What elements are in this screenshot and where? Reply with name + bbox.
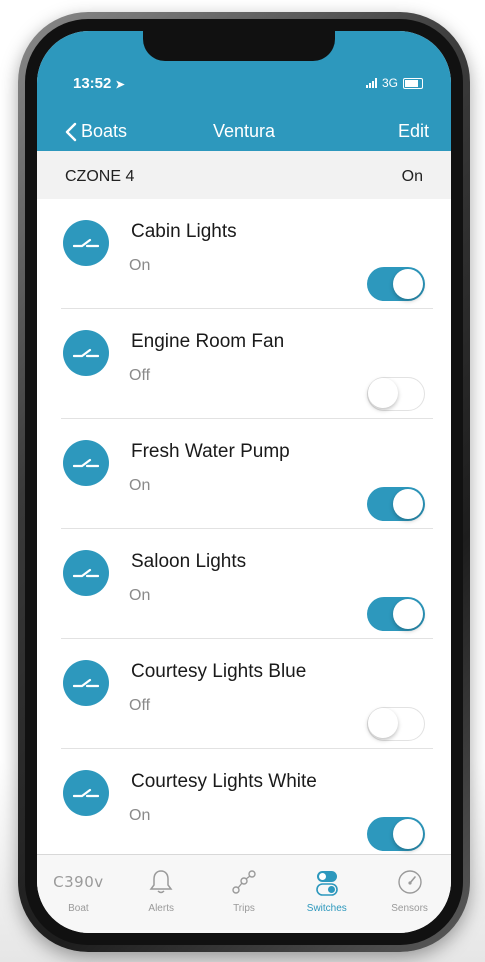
switch-row: Saloon Lights On	[37, 529, 451, 639]
tab-bar: C390v Boat Alerts Trips Switches Sensors	[37, 854, 451, 933]
switch-icon	[63, 660, 109, 706]
switch-name: Fresh Water Pump	[131, 441, 290, 462]
status-time-text: 13:52	[73, 75, 112, 92]
switch-toggle[interactable]	[367, 817, 425, 851]
network-type: 3G	[381, 76, 398, 90]
tab-boat[interactable]: C390v Boat	[37, 855, 120, 933]
page-title: Ventura	[212, 121, 276, 141]
switch-icon	[63, 550, 109, 596]
tab-label: Boat	[68, 903, 89, 914]
toggle-knob	[393, 819, 423, 849]
switch-state: On	[129, 257, 151, 274]
toggle-knob	[368, 378, 398, 408]
location-arrow-icon: ➤	[115, 79, 125, 91]
signal-icon	[365, 78, 377, 88]
switch-icon	[63, 330, 109, 376]
bell-icon	[149, 870, 173, 894]
tab-switches[interactable]: Switches	[285, 855, 368, 933]
switch-state: On	[129, 807, 151, 824]
toggle-knob	[393, 269, 423, 299]
switch-name: Courtesy Lights Blue	[131, 661, 307, 682]
switch-list: Cabin Lights On Engine Room Fan Off Fres…	[37, 199, 451, 859]
status-time: 13:52 ➤	[73, 75, 125, 92]
tab-label: Trips	[233, 903, 255, 914]
switch-row: Engine Room Fan Off	[37, 309, 451, 419]
switch-icon	[63, 770, 109, 816]
phone-screen: 13:52 ➤ 3G Boats Ventura Edit CZONE 4 On…	[37, 31, 451, 933]
switch-name: Cabin Lights	[131, 221, 237, 242]
switch-row: Fresh Water Pump On	[37, 419, 451, 529]
tab-sensors[interactable]: Sensors	[368, 855, 451, 933]
phone-bezel: 13:52 ➤ 3G Boats Ventura Edit CZONE 4 On…	[25, 19, 463, 945]
section-header: CZONE 4 On	[37, 151, 451, 200]
switch-toggle[interactable]	[367, 707, 425, 741]
tab-label: Sensors	[391, 903, 428, 914]
phone-frame: 13:52 ➤ 3G Boats Ventura Edit CZONE 4 On…	[18, 12, 470, 952]
switch-name: Courtesy Lights White	[131, 771, 317, 792]
switch-icon	[63, 440, 109, 486]
switch-row: Courtesy Lights White On	[37, 749, 451, 859]
tab-trips[interactable]: Trips	[203, 855, 286, 933]
switch-state: On	[129, 477, 151, 494]
switches-icon	[315, 871, 338, 896]
section-status: On	[401, 168, 423, 185]
switch-toggle[interactable]	[367, 597, 425, 631]
switch-row: Cabin Lights On	[37, 199, 451, 309]
toggle-knob	[393, 599, 423, 629]
switch-name: Engine Room Fan	[131, 331, 285, 352]
switch-row: Courtesy Lights Blue Off	[37, 639, 451, 749]
battery-icon	[403, 77, 423, 89]
tab-alerts[interactable]: Alerts	[120, 855, 203, 933]
switch-toggle[interactable]	[367, 377, 425, 411]
switch-state: On	[129, 587, 151, 604]
switch-icon	[63, 220, 109, 266]
status-indicators: 3G	[365, 76, 423, 90]
edit-button[interactable]: Edit	[398, 121, 429, 142]
section-title: CZONE 4	[65, 168, 135, 185]
phone-notch	[143, 31, 335, 61]
boat-model-icon: C390v	[53, 873, 104, 891]
tab-label: Alerts	[148, 903, 174, 914]
tab-label: Switches	[306, 903, 347, 914]
toggle-knob	[393, 489, 423, 519]
route-icon	[232, 870, 256, 894]
switch-state: Off	[129, 367, 151, 384]
switch-toggle[interactable]	[367, 267, 425, 301]
gauge-icon	[397, 870, 422, 894]
toggle-knob	[368, 708, 398, 738]
switch-toggle[interactable]	[367, 487, 425, 521]
switch-name: Saloon Lights	[131, 551, 247, 572]
switch-state: Off	[129, 697, 151, 714]
